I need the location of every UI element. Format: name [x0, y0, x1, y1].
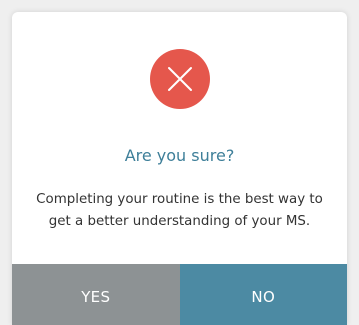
- confirm-dialog: Are you sure? Completing your routine is…: [12, 12, 347, 325]
- no-button[interactable]: NO: [179, 264, 347, 325]
- dialog-title: Are you sure?: [124, 146, 235, 165]
- dialog-buttons: YES NO: [12, 264, 347, 325]
- dialog-message-line-2: get a better understanding of your MS.: [48, 214, 311, 229]
- yes-button[interactable]: YES: [12, 264, 180, 325]
- x-glyph: [168, 67, 192, 91]
- close-icon: [150, 49, 210, 109]
- dialog-message: Completing your routine is the best way …: [26, 189, 333, 233]
- dialog-message-line-1: Completing your routine is the best way …: [36, 192, 323, 207]
